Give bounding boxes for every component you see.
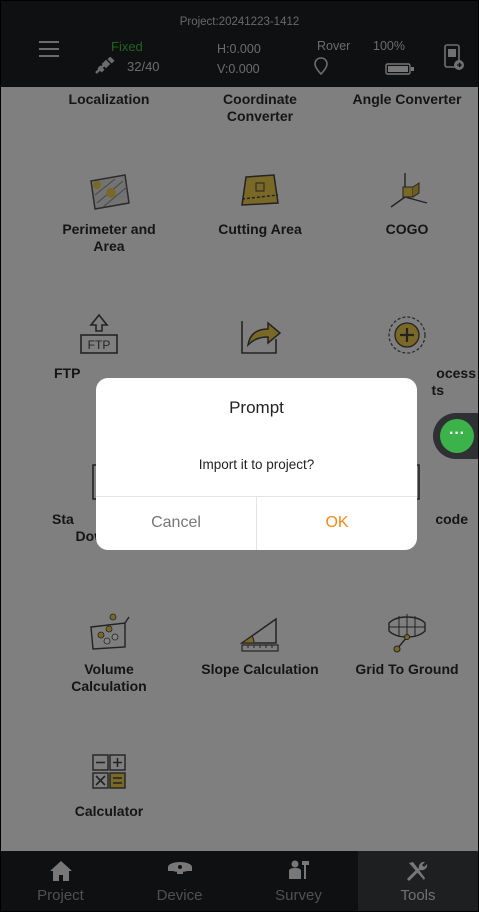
dialog-title: Prompt <box>229 398 284 417</box>
cancel-button[interactable]: Cancel <box>96 496 256 550</box>
floating-more-button[interactable]: ··· <box>440 419 474 453</box>
ok-button[interactable]: OK <box>257 496 417 550</box>
dialog-message: Import it to project? <box>198 457 315 472</box>
prompt-dialog: Prompt Import it to project? Cancel OK <box>96 378 417 550</box>
app-screen: Project:20241223-1412 Fixed 32/40 H:0.00… <box>0 0 479 912</box>
